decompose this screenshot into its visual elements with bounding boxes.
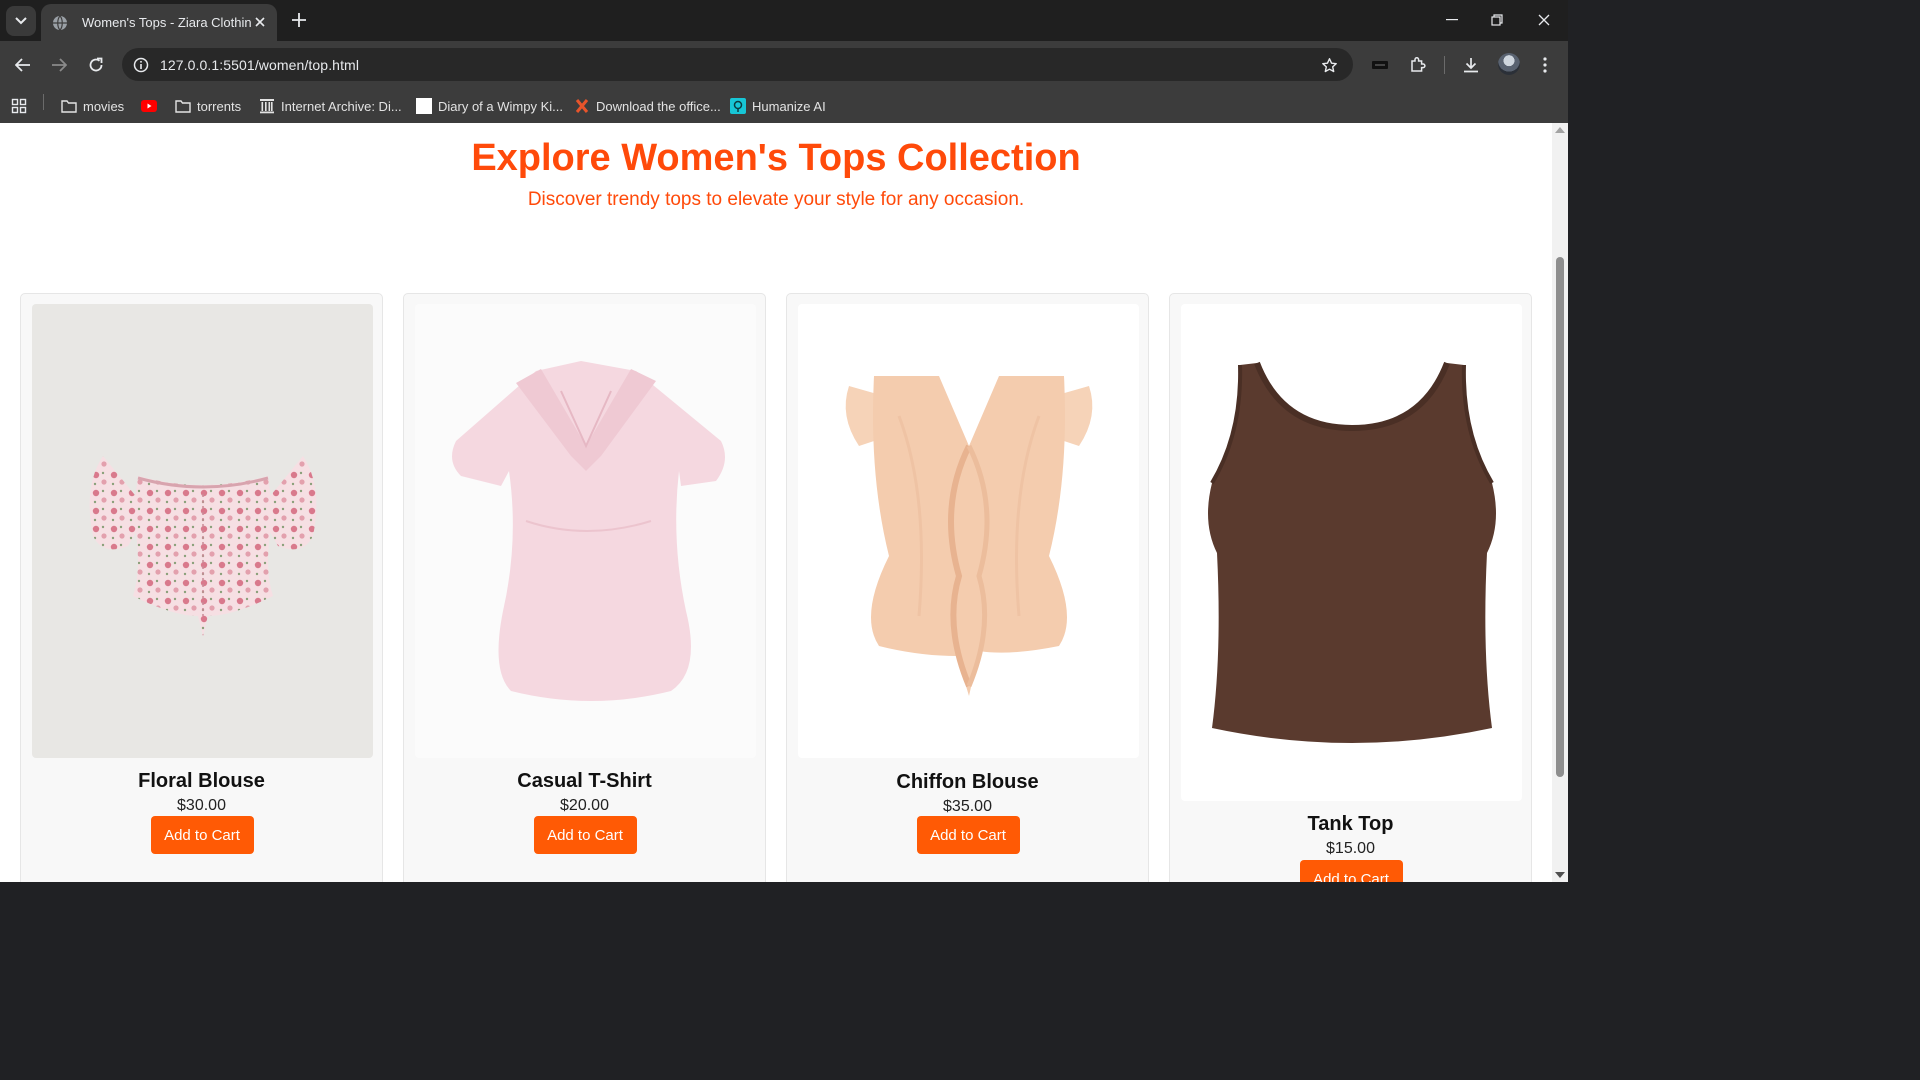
product-card-floral-blouse: Floral Blouse $30.00 Add to Cart bbox=[20, 293, 383, 882]
tab-search-chevron-icon[interactable] bbox=[6, 6, 36, 36]
address-bar[interactable]: 127.0.0.1:5501/women/top.html bbox=[122, 48, 1353, 81]
product-price: $15.00 bbox=[1326, 840, 1375, 857]
add-to-cart-button[interactable]: Add to Cart bbox=[1299, 860, 1403, 882]
bookmarks-divider bbox=[43, 94, 44, 110]
product-image-floral-blouse[interactable] bbox=[32, 304, 373, 758]
bookmark-internet-archive[interactable]: Internet Archive: Di... bbox=[259, 95, 402, 117]
apps-grid-icon[interactable] bbox=[11, 95, 27, 117]
tab-strip: Women's Tops - Ziara Clothing bbox=[0, 0, 1568, 41]
bookmark-star-icon[interactable] bbox=[1319, 55, 1339, 75]
toolbar-divider bbox=[1444, 56, 1445, 74]
product-image-tank-top[interactable] bbox=[1181, 304, 1522, 801]
add-to-cart-button[interactable]: Add to Cart bbox=[150, 816, 254, 854]
archive-icon bbox=[259, 98, 275, 114]
profile-avatar[interactable] bbox=[1498, 53, 1520, 75]
bookmark-label: torrents bbox=[197, 98, 242, 114]
product-price: $35.00 bbox=[943, 798, 992, 815]
youtube-icon bbox=[141, 98, 157, 114]
add-to-cart-button[interactable]: Add to Cart bbox=[916, 816, 1020, 854]
close-tab-icon[interactable] bbox=[251, 13, 269, 31]
tab-title: Women's Tops - Ziara Clothing bbox=[82, 15, 252, 30]
active-tab[interactable]: Women's Tops - Ziara Clothing bbox=[41, 4, 277, 41]
product-card-chiffon-blouse: Chiffon Blouse $35.00 Add to Cart bbox=[786, 293, 1149, 882]
x-icon bbox=[574, 98, 590, 114]
scroll-thumb[interactable] bbox=[1556, 257, 1564, 777]
menu-kebab-icon[interactable] bbox=[1533, 53, 1557, 77]
scroll-down-arrow-icon[interactable] bbox=[1555, 872, 1565, 878]
bookmark-download-office[interactable]: Download the office... bbox=[574, 95, 721, 117]
bookmark-label: Download the office... bbox=[596, 98, 721, 114]
product-name[interactable]: Floral Blouse bbox=[21, 770, 382, 793]
downloads-icon[interactable] bbox=[1459, 53, 1483, 77]
page-viewport: Explore Women's Tops Collection Discover… bbox=[0, 123, 1552, 882]
new-tab-plus-icon[interactable] bbox=[288, 8, 310, 32]
extensions-puzzle-icon[interactable] bbox=[1406, 53, 1430, 77]
bookmark-torrents[interactable]: torrents bbox=[175, 95, 241, 117]
page-icon bbox=[416, 98, 432, 114]
product-name[interactable]: Casual T-Shirt bbox=[404, 770, 765, 793]
reload-icon[interactable] bbox=[82, 51, 110, 79]
bookmark-label: Diary of a Wimpy Ki... bbox=[438, 98, 563, 114]
product-card-casual-tshirt: Casual T-Shirt $20.00 Add to Cart bbox=[403, 293, 766, 882]
product-name[interactable]: Tank Top bbox=[1170, 813, 1531, 836]
globe-icon bbox=[52, 15, 68, 31]
folder-icon bbox=[61, 98, 77, 114]
product-image-casual-tshirt[interactable] bbox=[415, 304, 756, 758]
minimize-icon[interactable] bbox=[1437, 6, 1467, 34]
bookmarks-bar: movies torrents Internet Archive: Di... … bbox=[0, 89, 1568, 123]
browser-toolbar: 127.0.0.1:5501/women/top.html bbox=[0, 41, 1568, 89]
bookmark-label: Humanize AI bbox=[752, 98, 826, 114]
forward-arrow-icon[interactable] bbox=[45, 51, 73, 79]
product-name[interactable]: Chiffon Blouse bbox=[787, 771, 1148, 794]
folder-icon bbox=[175, 98, 191, 114]
bookmark-label: movies bbox=[83, 98, 125, 114]
bookmark-youtube[interactable] bbox=[141, 95, 163, 117]
product-image-chiffon-blouse[interactable] bbox=[798, 304, 1139, 758]
humanize-icon bbox=[730, 98, 746, 114]
bookmark-diary-wimpy-kid[interactable]: Diary of a Wimpy Ki... bbox=[416, 95, 563, 117]
bookmark-label: Internet Archive: Di... bbox=[281, 98, 402, 114]
scroll-up-arrow-icon[interactable] bbox=[1555, 127, 1565, 133]
page-title: Explore Women's Tops Collection bbox=[471, 137, 1081, 179]
page-subtitle: Discover trendy tops to elevate your sty… bbox=[527, 189, 1025, 210]
page-scrollbar[interactable] bbox=[1552, 123, 1568, 882]
product-price: $20.00 bbox=[560, 797, 609, 814]
extension-badge-icon[interactable] bbox=[1368, 53, 1392, 77]
url-text[interactable]: 127.0.0.1:5501/women/top.html bbox=[160, 57, 359, 73]
product-card-tank-top: Tank Top $15.00 Add to Cart bbox=[1169, 293, 1532, 882]
back-arrow-icon[interactable] bbox=[9, 51, 37, 79]
bookmark-humanize-ai[interactable]: Humanize AI bbox=[730, 95, 826, 117]
add-to-cart-button[interactable]: Add to Cart bbox=[533, 816, 637, 854]
site-info-icon[interactable] bbox=[131, 55, 151, 75]
close-window-icon[interactable] bbox=[1529, 6, 1559, 34]
bookmark-movies[interactable]: movies bbox=[61, 95, 124, 117]
product-price: $30.00 bbox=[177, 797, 226, 814]
restore-icon[interactable] bbox=[1482, 6, 1512, 34]
